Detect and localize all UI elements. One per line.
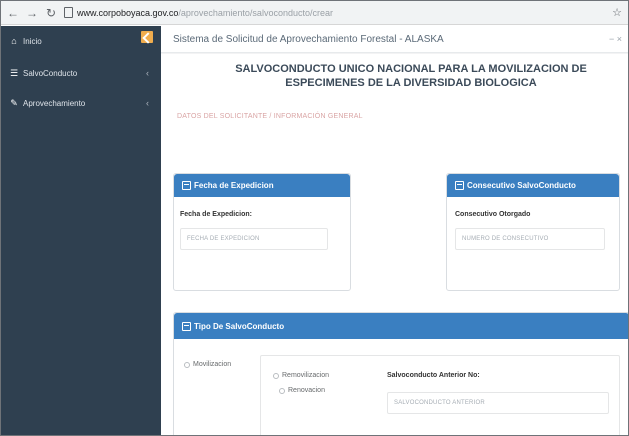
screen: ← → ↻ www.corpoboyaca.gov.co /aprovecham… (0, 0, 629, 436)
window-controls[interactable]: − × (609, 34, 622, 44)
fecha-expedicion-panel: Fecha de Expedicion Fecha de Expedicion:… (173, 173, 351, 291)
page-icon (64, 7, 73, 18)
sidebar-item-label: Inicio (23, 36, 42, 46)
calendar-icon (182, 321, 191, 331)
bookmark-star-icon[interactable]: ☆ (612, 6, 622, 19)
radio-icon (184, 361, 190, 368)
radio-icon (279, 387, 285, 394)
url-host: www.corpoboyaca.gov.co (77, 7, 179, 18)
radio-movilizacion[interactable]: Movilizacion (184, 361, 231, 368)
sidebar-item-label: SalvoConducto (23, 68, 78, 78)
calendar-icon (455, 181, 464, 190)
panel-title: Tipo De SalvoConducto (194, 321, 285, 331)
panel-title: Fecha de Expedicion (194, 181, 274, 190)
calendar-icon (182, 181, 191, 190)
tipo-salvoconducto-panel: Tipo De SalvoConducto Movilizacion Remov… (173, 312, 628, 435)
list-icon: ☰ (9, 67, 19, 78)
fecha-label: Fecha de Expedicion: (180, 211, 252, 218)
sidebar-item-label: Aprovechamiento (23, 98, 86, 108)
forward-icon[interactable]: → (26, 7, 38, 19)
radio-icon (273, 372, 279, 379)
radio-removilizacion[interactable]: Removilizacion (273, 372, 329, 379)
fecha-expedicion-input[interactable]: FECHA DE EXPEDICION (180, 228, 328, 250)
chevron-left-icon: ‹ (146, 98, 149, 108)
panel-header: Tipo De SalvoConducto (174, 313, 628, 339)
reload-icon[interactable]: ↻ (45, 7, 57, 19)
sidebar-item-salvoconducto[interactable]: ☰ SalvoConducto ‹ (1, 62, 161, 84)
address-bar[interactable]: www.corpoboyaca.gov.co /aprovechamiento/… (64, 4, 605, 21)
panel-title: Consecutivo SalvoConducto (467, 181, 576, 190)
app-header: Sistema de Solicitud de Aprovechamiento … (161, 26, 628, 53)
radio-label: Removilizacion (282, 372, 330, 379)
browser-toolbar: ← → ↻ www.corpoboyaca.gov.co /aprovecham… (1, 1, 628, 25)
main-area: Sistema de Solicitud de Aprovechamiento … (161, 26, 628, 435)
consecutivo-label: Consecutivo Otorgado (455, 211, 531, 218)
page-content: SALVOCONDUCTO UNICO NACIONAL PARA LA MOV… (161, 54, 628, 435)
home-icon: ⌂ (11, 36, 17, 46)
breadcrumb[interactable]: DATOS DEL SOLICITANTE / INFORMACIÓN GENE… (177, 113, 363, 120)
back-icon[interactable]: ← (7, 7, 19, 19)
leaf-icon: ✎ (10, 97, 18, 108)
radio-renovacion[interactable]: Renovacion (279, 387, 325, 394)
page-title: SALVOCONDUCTO UNICO NACIONAL PARA LA MOV… (235, 63, 587, 89)
panel-header: Consecutivo SalvoConducto (447, 174, 619, 197)
url-path: /aprovechamiento/salvoconducto/crear (178, 7, 333, 18)
app-title: Sistema de Solicitud de Aprovechamiento … (173, 33, 444, 45)
salvoconducto-anterior-input[interactable]: SALVOCONDUCTO ANTERIOR (387, 392, 609, 414)
radio-label: Movilizacion (193, 361, 232, 368)
sidebar-item-aprovechamiento[interactable]: ✎ Aprovechamiento ‹ (1, 92, 161, 114)
consecutivo-panel: Consecutivo SalvoConducto Consecutivo Ot… (446, 173, 620, 291)
chevron-left-icon: ‹ (146, 68, 149, 78)
sidebar-item-inicio[interactable]: ⌂ Inicio (1, 30, 161, 52)
sidebar-toggle-button[interactable] (141, 31, 153, 43)
consecutivo-input[interactable]: NUMERO DE CONSECUTIVO (455, 228, 605, 250)
panel-header: Fecha de Expedicion (174, 174, 350, 197)
sidebar: ⌂ Inicio ☰ SalvoConducto ‹ ✎ Aprovechami… (1, 26, 161, 435)
tipo-options-box: Removilizacion Renovacion Salvoconducto … (260, 355, 620, 435)
radio-label: Renovacion (288, 387, 325, 394)
anterior-label: Salvoconducto Anterior No: (387, 372, 480, 379)
